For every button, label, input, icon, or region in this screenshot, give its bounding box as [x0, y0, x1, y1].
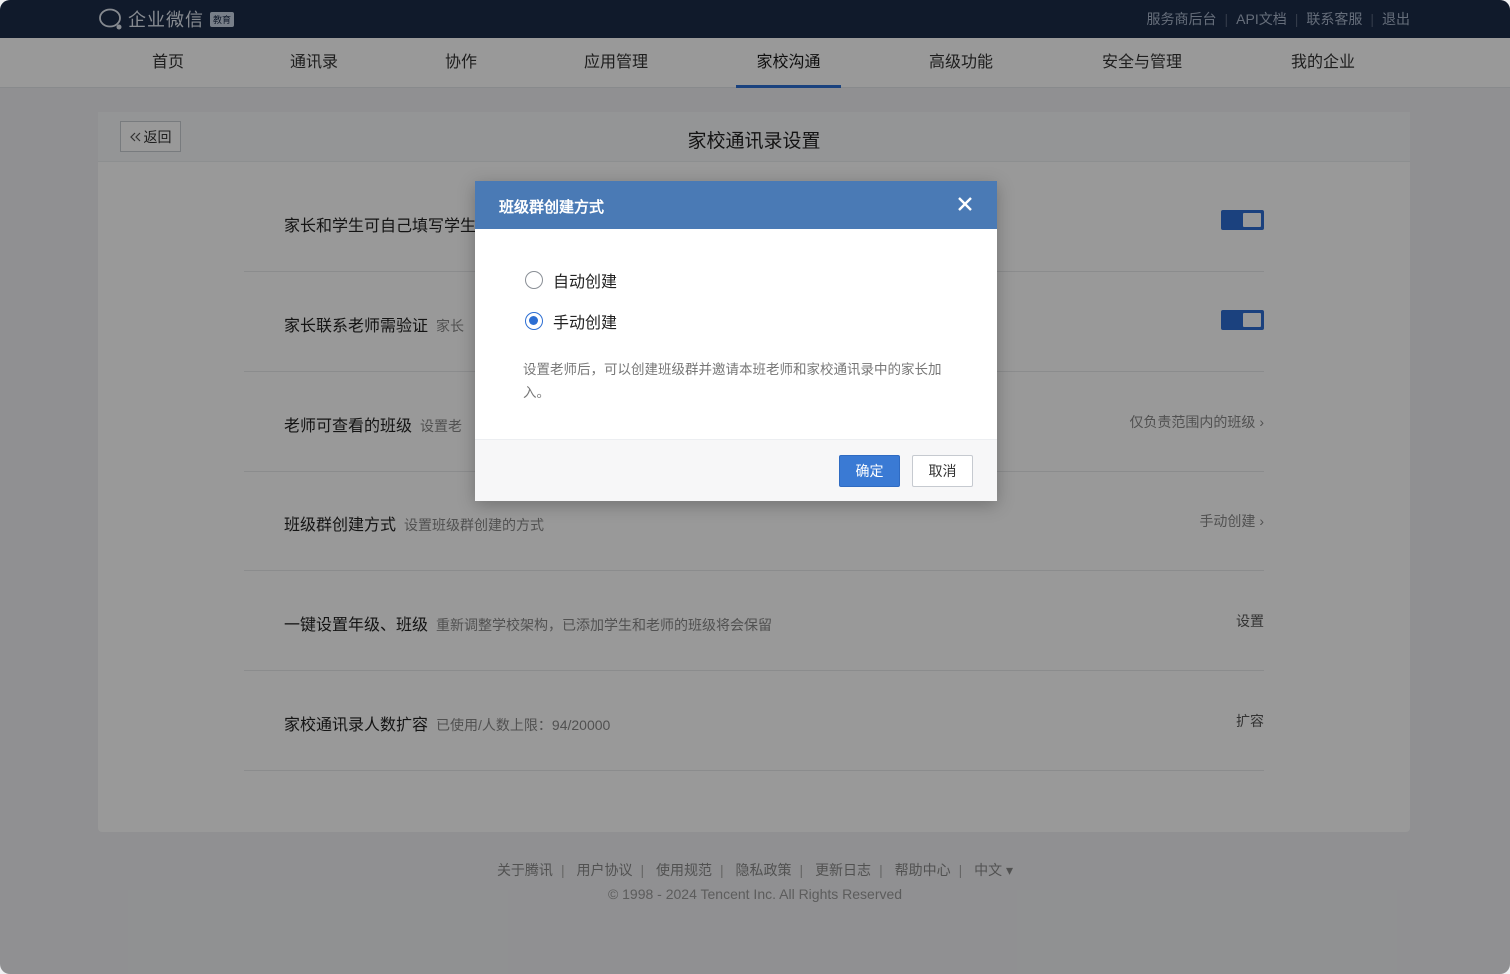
dialog-header: 班级群创建方式 — [475, 181, 997, 229]
radio-label: 手动创建 — [553, 315, 618, 332]
radio-option-manual[interactable]: 手动创建 — [525, 309, 617, 333]
radio-button-checked[interactable] — [525, 312, 543, 330]
radio-label: 自动创建 — [553, 274, 618, 291]
dialog-description: 设置老师后，可以创建班级群并邀请本班老师和家校通讯录中的家长加入。 — [523, 362, 942, 400]
cancel-button[interactable]: 取消 — [912, 455, 973, 487]
close-icon[interactable] — [953, 192, 977, 216]
group-creation-dialog: 班级群创建方式 自动创建 手动创建 设置老师后，可以创建班级群并邀请本班老师和家… — [475, 181, 997, 501]
radio-button[interactable] — [525, 271, 543, 289]
dialog-footer: 确定 取消 — [475, 439, 997, 501]
dialog-title: 班级群创建方式 — [499, 199, 605, 216]
confirm-button[interactable]: 确定 — [839, 455, 900, 487]
radio-option-auto[interactable]: 自动创建 — [525, 268, 617, 292]
